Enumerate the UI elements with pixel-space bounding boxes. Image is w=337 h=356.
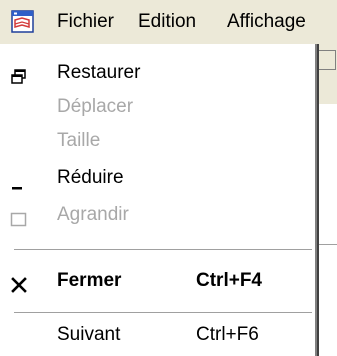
menu-item-deplacer: Déplacer: [0, 88, 315, 126]
menu-item-label: Fermer: [57, 270, 122, 291]
close-icon: [9, 271, 29, 293]
menu-item-reduire[interactable]: Réduire: [0, 159, 315, 197]
menu-separator: [14, 312, 312, 314]
maximize-icon: [9, 205, 29, 227]
menu-separator: [14, 249, 312, 251]
minimize-icon: [9, 168, 29, 190]
menu-item-label: Agrandir: [57, 204, 129, 225]
menu-item-taille: Taille: [0, 122, 315, 160]
menu-item-label: Déplacer: [57, 96, 134, 117]
menu-item-fermer[interactable]: Fermer Ctrl+F4: [0, 262, 315, 300]
menu-item-label: Taille: [57, 130, 101, 151]
restore-icon: [9, 63, 29, 84]
menu-item-shortcut: Ctrl+F6: [196, 324, 259, 345]
menu-bar: Fichier Edition Affichage: [0, 0, 337, 44]
menu-item-shortcut: Ctrl+F4: [196, 270, 262, 291]
menu-affichage[interactable]: Affichage: [227, 11, 306, 33]
app-document-icon[interactable]: [11, 10, 34, 33]
system-menu: Restaurer Déplacer Taille Réduire Agrand…: [0, 44, 317, 356]
menu-item-restaurer[interactable]: Restaurer: [0, 54, 315, 92]
menu-item-agrandir: Agrandir: [0, 196, 315, 234]
menu-item-label: Suivant: [57, 324, 121, 345]
menu-edition[interactable]: Edition: [138, 11, 196, 33]
menu-item-suivant[interactable]: Suivant Ctrl+F6: [0, 316, 315, 354]
menu-item-label: Réduire: [57, 167, 124, 188]
toolbar-button[interactable]: [316, 50, 336, 70]
menu-fichier[interactable]: Fichier: [57, 11, 114, 33]
menu-item-label: Restaurer: [57, 62, 141, 83]
